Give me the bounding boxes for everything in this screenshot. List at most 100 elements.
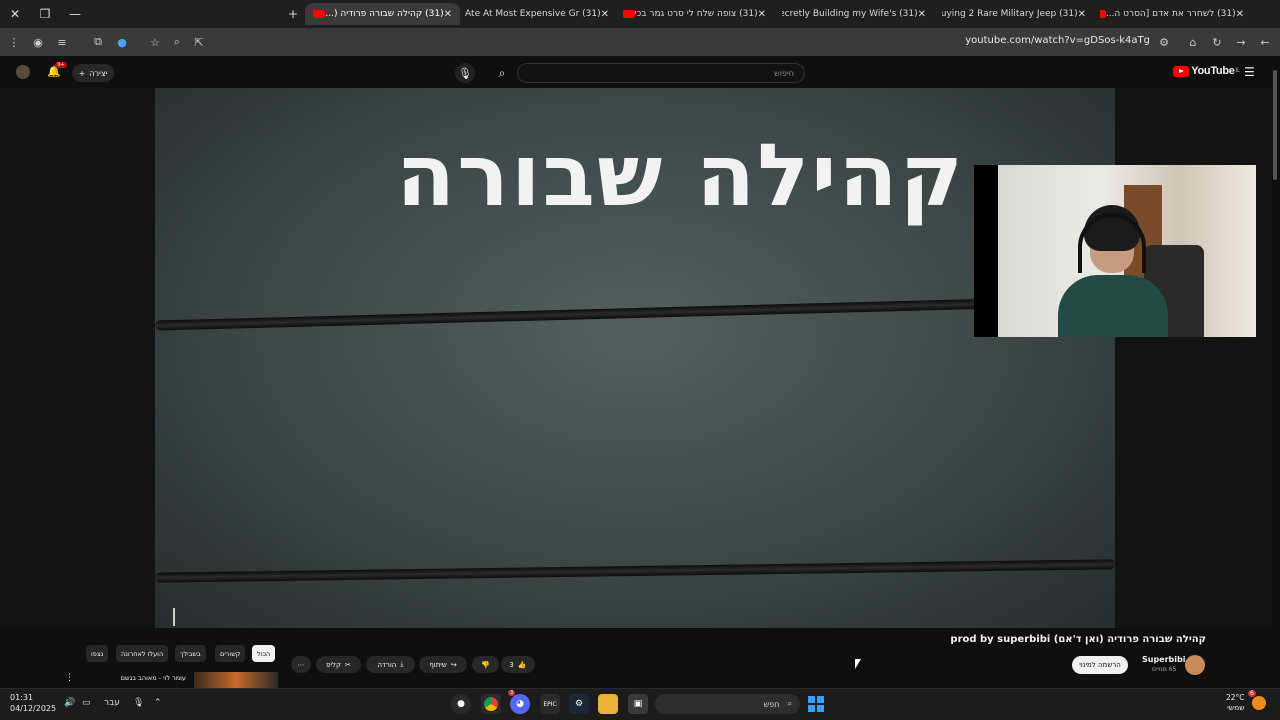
tab-item[interactable]: ✕ (31) Secretly Building my Wife's	[782, 3, 934, 25]
zoom-icon[interactable]: ⌕	[169, 34, 185, 50]
page-scrollbar[interactable]	[1272, 60, 1278, 688]
chip-for-you[interactable]: בשבילך	[175, 645, 206, 662]
discord-badge: 3	[508, 690, 516, 696]
hamburger-menu-icon[interactable]: ☰	[1244, 66, 1256, 78]
search-icon[interactable]: ⌕	[490, 63, 514, 83]
thumbs-down-icon: 👎	[481, 660, 490, 669]
discord-app-icon[interactable]: ◕ 3	[508, 690, 530, 714]
close-tab-icon[interactable]: ✕	[758, 9, 766, 20]
channel-avatar[interactable]	[1185, 655, 1205, 675]
player-left-margin	[0, 88, 155, 628]
windows-start-icon[interactable]	[808, 696, 824, 712]
logo-country: IL	[1235, 68, 1241, 74]
taskbar-search[interactable]: חפש ⌕	[655, 694, 800, 714]
new-tab-button[interactable]: +	[278, 0, 308, 28]
chip-related[interactable]: קשורים	[215, 645, 246, 662]
chrome-app-icon[interactable]	[481, 694, 501, 714]
profile-icon[interactable]: ◉	[30, 34, 46, 50]
microphone-icon[interactable]: 🎙	[455, 63, 475, 83]
extensions-icon[interactable]: ⧉	[90, 34, 106, 50]
chip-all[interactable]: הכול	[252, 645, 276, 662]
bookmark-star-icon[interactable]: ☆	[147, 34, 163, 50]
extension-shield-icon[interactable]: ●	[114, 34, 130, 50]
download-button[interactable]: ⤓ הורדה	[366, 656, 415, 673]
tray-overflow-chevron-icon[interactable]: ⌃	[154, 698, 162, 708]
scrollbar-thumb[interactable]	[1273, 70, 1277, 180]
notifications-bell-icon[interactable]: 🔔 9+	[47, 62, 67, 78]
youtube-favicon-icon	[622, 10, 635, 18]
share-button[interactable]: ↪ שיתוף	[419, 656, 467, 673]
more-actions-button[interactable]: ⋯	[291, 656, 311, 673]
chip-recent[interactable]: הועלו לאחרונה	[116, 645, 169, 662]
close-window-icon[interactable]: ✕	[0, 0, 30, 28]
epic-games-app-icon[interactable]: EPIC	[540, 694, 560, 714]
video-progress-marker	[173, 608, 175, 626]
task-view-app-icon[interactable]: ▣	[628, 694, 648, 714]
tab-active[interactable]: ✕ (31) קהילה שבורה פרודיה (...	[305, 3, 460, 25]
address-bar[interactable]: youtube.com/watch?v=gDSos-k4aTg	[965, 35, 1150, 46]
volume-icon[interactable]: 🔊	[64, 698, 75, 708]
recommended-thumbnail	[194, 672, 278, 688]
recommended-video[interactable]: עומר לוי - מאוהב בגשם	[110, 672, 280, 688]
site-settings-icon[interactable]: ⚙	[1156, 34, 1172, 50]
menu-kebab-icon[interactable]: ⋮	[6, 34, 22, 50]
like-button[interactable]: 👍 3	[501, 656, 535, 673]
channel-subscribers: 65 מנויים	[1152, 666, 1177, 673]
restore-window-icon[interactable]: ❐	[30, 0, 60, 28]
video-title: קהילה שבורה פרודיה (ואן ד'אם) prod by su…	[950, 634, 1206, 645]
youtube-favicon-icon	[313, 10, 326, 18]
taskbar-search-icon: ⌕	[787, 699, 792, 708]
recommendation-menu-icon[interactable]: ⋮	[65, 673, 74, 683]
close-tab-icon[interactable]: ✕	[1236, 9, 1244, 20]
tab-item[interactable]: ✕ (31) I Ate At Most Expensive Gr	[465, 3, 617, 25]
tab-item[interactable]: ✕ (31) צופה שלח לי סרט גמר בכי	[622, 3, 774, 25]
youtube-logo[interactable]: YouTube IL	[1173, 65, 1240, 77]
download-icon: ⤓	[400, 660, 404, 668]
media-icon[interactable]: ≡	[54, 34, 70, 50]
file-explorer-app-icon[interactable]	[598, 694, 618, 714]
search-input[interactable]: חיפוש	[517, 63, 805, 83]
weather-widget[interactable]: 22°C שמשי	[1226, 693, 1245, 713]
obs-app-icon[interactable]: ●	[451, 694, 471, 714]
tab-title: (31) I Ate At Most Expensive Gr	[465, 9, 601, 19]
headset-icon	[1078, 213, 1146, 273]
minimize-window-icon[interactable]: —	[60, 0, 90, 28]
close-tab-icon[interactable]: ✕	[601, 9, 609, 20]
tab-title: (31) לשחרר את אדם [הסרט ה...	[1105, 9, 1236, 19]
language-indicator[interactable]: עבר	[104, 698, 120, 708]
weather-badge: 6	[1248, 690, 1256, 697]
home-icon[interactable]: ⌂	[1185, 34, 1201, 50]
youtube-play-icon	[1173, 65, 1190, 77]
close-tab-icon[interactable]: ✕	[918, 9, 926, 20]
facecam-person	[1058, 205, 1168, 337]
system-clock[interactable]: 01:31 04/12/2025	[10, 692, 56, 714]
tab-item[interactable]: ✕ (31) Buying 2 Rare Military Jeep	[942, 3, 1094, 25]
clock-date: 04/12/2025	[10, 704, 57, 713]
thumbs-up-icon: 👍	[517, 660, 527, 669]
share-arrow-icon: ↪	[450, 660, 457, 669]
close-tab-icon[interactable]: ✕	[444, 9, 452, 20]
video-wire-bottom	[155, 559, 1115, 583]
steam-app-icon[interactable]: ⚙	[569, 694, 589, 714]
mic-tray-icon[interactable]: 🎙	[133, 698, 144, 708]
tab-item[interactable]: ✕ (31) לשחרר את אדם [הסרט ה...	[1100, 3, 1252, 25]
network-icon[interactable]: ▭	[82, 698, 91, 708]
weather-sun-icon[interactable]: 6	[1248, 690, 1266, 710]
reload-icon[interactable]: ↻	[1209, 34, 1225, 50]
video-player[interactable]: קהילה שבורה	[155, 88, 1115, 628]
create-button[interactable]: יצירה +	[72, 64, 114, 82]
subscribe-button[interactable]: הרשמה למינוי	[1072, 656, 1128, 674]
close-tab-icon[interactable]: ✕	[1078, 9, 1086, 20]
account-avatar[interactable]	[16, 65, 30, 79]
channel-name[interactable]: Superbibi	[1142, 655, 1186, 664]
clip-label: קליפ	[326, 660, 342, 669]
forward-arrow-icon[interactable]: ←	[1257, 34, 1273, 50]
facecam-shirt	[1058, 275, 1168, 337]
dislike-button[interactable]: 👎	[472, 656, 499, 673]
chip-watched[interactable]: נצפו	[86, 645, 109, 662]
back-arrow-icon[interactable]: →	[1233, 34, 1249, 50]
create-label: יצירה	[89, 68, 108, 78]
clip-button[interactable]: ✂ קליפ	[316, 656, 361, 673]
tab-strip: ✕ ❐ — + ✕ (31) קהילה שבורה פרודיה (... ✕…	[0, 0, 1280, 28]
share-page-icon[interactable]: ⇱	[191, 34, 207, 50]
